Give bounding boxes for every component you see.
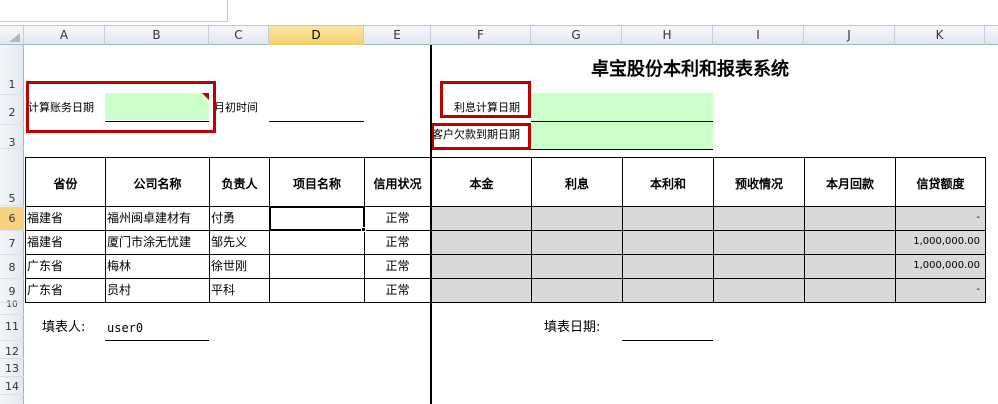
cell-credit-limit[interactable]: - — [896, 209, 980, 227]
filler-label: 填表人: — [42, 320, 86, 335]
cell-credit-limit[interactable]: 1,000,000.00 — [896, 257, 980, 275]
header-company: 公司名称 — [133, 177, 182, 191]
col-header-d[interactable]: D — [269, 26, 364, 45]
col-header-f[interactable]: F — [431, 26, 531, 45]
header-project: 项目名称 — [292, 177, 341, 191]
filler-underline — [105, 340, 209, 341]
row-sep — [0, 254, 24, 255]
col-header-j[interactable]: J — [804, 26, 895, 45]
row-sep — [0, 124, 24, 125]
header-owner: 负责人 — [221, 177, 258, 191]
row-sep — [0, 340, 24, 341]
due-date-highlight — [431, 123, 531, 150]
row-sep — [0, 376, 24, 377]
col-header-e[interactable]: E — [364, 26, 431, 45]
row-header-7[interactable]: 7 — [0, 237, 24, 250]
row-sep — [0, 278, 24, 279]
row-header-8[interactable]: 8 — [0, 261, 24, 274]
cell-credit[interactable]: 正常 — [365, 257, 430, 275]
cell-project[interactable] — [270, 257, 364, 275]
cell-province[interactable]: 广东省 — [27, 281, 105, 299]
header-monthly-return: 本月回款 — [825, 177, 874, 191]
freeze-divider — [430, 45, 432, 404]
row-sep — [0, 230, 24, 231]
filler-value[interactable]: user0 — [107, 319, 207, 337]
select-all-icon — [9, 33, 20, 42]
row-header-14[interactable]: 14 — [0, 380, 24, 393]
cell-owner[interactable]: 付勇 — [211, 209, 269, 227]
grid-h — [25, 157, 986, 158]
month-start-underline — [269, 121, 364, 122]
active-cell-selection[interactable] — [269, 206, 365, 231]
month-start-label: 月初时间 — [214, 101, 258, 114]
col-header-h[interactable]: H — [622, 26, 713, 45]
name-box[interactable] — [0, 0, 228, 22]
date-label: 填表日期: — [544, 320, 601, 335]
header-province: 省份 — [53, 177, 78, 191]
header-credit: 信用状况 — [373, 177, 422, 191]
row-sep — [0, 94, 24, 95]
row-sep — [0, 358, 24, 359]
cell-credit[interactable]: 正常 — [365, 281, 430, 299]
cell-company[interactable]: 员村 — [107, 281, 209, 299]
interest-date-input[interactable] — [531, 93, 713, 121]
cell-owner[interactable]: 邹先义 — [211, 233, 269, 251]
header-credit-limit: 信贷额度 — [916, 177, 965, 191]
cell-credit[interactable]: 正常 — [365, 209, 430, 227]
cell-project[interactable] — [270, 281, 364, 299]
cell-company[interactable]: 福州闽卓建材有 — [107, 209, 209, 227]
grid-h — [25, 230, 986, 231]
row-header-6[interactable]: 6 — [0, 207, 24, 230]
cell-owner[interactable]: 平科 — [211, 281, 269, 299]
grid-h — [25, 302, 986, 303]
row-header-13[interactable]: 13 — [0, 362, 24, 375]
grid-h — [25, 254, 986, 255]
col-header-c[interactable]: C — [209, 26, 269, 45]
col-header-g[interactable]: G — [531, 26, 622, 45]
header-total: 本利和 — [649, 177, 686, 191]
row-header-12[interactable]: 12 — [0, 345, 24, 358]
cell-province[interactable]: 福建省 — [27, 209, 105, 227]
cell-credit-limit[interactable]: 1,000,000.00 — [896, 233, 980, 251]
row-header-11[interactable]: 11 — [0, 320, 24, 333]
row-sep — [0, 205, 24, 206]
row-sep — [0, 148, 24, 149]
col-header-k[interactable]: K — [895, 26, 985, 45]
col-header-i[interactable]: I — [713, 26, 804, 45]
interest-date-underline — [531, 121, 713, 122]
header-principal: 本金 — [469, 177, 494, 191]
col-header-b[interactable]: B — [105, 26, 209, 45]
grid-h — [25, 278, 986, 279]
row-sep — [0, 394, 24, 395]
cell-company[interactable]: 梅林 — [107, 257, 209, 275]
cell-province[interactable]: 福建省 — [27, 233, 105, 251]
fill-handle[interactable] — [361, 227, 366, 232]
grid-h — [25, 206, 986, 207]
row-header-1[interactable]: 1 — [0, 78, 24, 91]
row-sep — [0, 302, 24, 303]
row-header-5[interactable]: 5 — [0, 192, 24, 205]
row-sep — [0, 314, 24, 315]
interest-date-highlight — [440, 81, 531, 118]
due-date-input[interactable] — [531, 122, 713, 149]
header-prepaid: 预收情况 — [734, 177, 783, 191]
header-interest: 利息 — [564, 177, 589, 191]
cell-owner[interactable]: 徐世刚 — [211, 257, 269, 275]
row-header-2[interactable]: 2 — [0, 106, 24, 119]
date-underline — [622, 340, 713, 341]
cell-project[interactable] — [270, 233, 364, 251]
cell-credit[interactable]: 正常 — [365, 233, 430, 251]
column-l-cells — [985, 158, 998, 302]
cell-province[interactable]: 广东省 — [27, 257, 105, 275]
due-date-underline — [531, 149, 713, 150]
report-title: 卓宝股份本利和报表系统 — [591, 59, 789, 80]
row-header-9[interactable]: 9 — [0, 285, 24, 298]
calc-date-highlight — [26, 81, 216, 133]
cell-company[interactable]: 厦门市涂无忧建 — [107, 233, 209, 251]
col-header-a[interactable]: A — [24, 26, 105, 45]
cell-credit-limit[interactable]: - — [896, 281, 980, 299]
